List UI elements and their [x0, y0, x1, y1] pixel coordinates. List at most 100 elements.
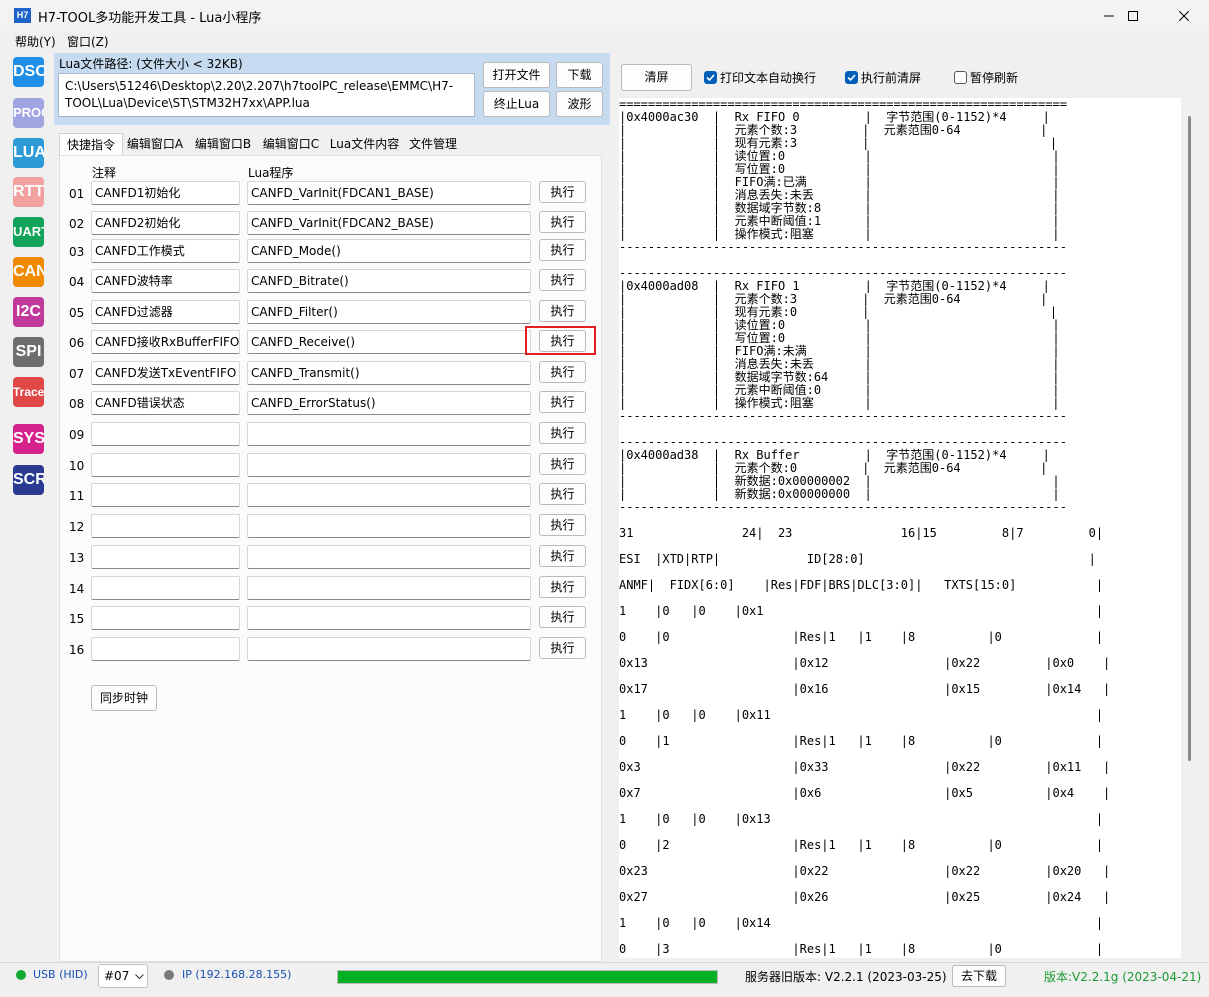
lua-code-input[interactable]: CANFD_VarInit(FDCAN2_BASE): [247, 211, 531, 235]
note-input[interactable]: [91, 422, 240, 446]
lua-code-input[interactable]: [247, 637, 531, 661]
device-select[interactable]: #07: [98, 964, 148, 988]
tab-quick-commands[interactable]: 快捷指令: [59, 133, 123, 155]
file-path-field[interactable]: C:\Users\51246\Desktop\2.20\2.207\h7tool…: [58, 73, 475, 117]
lua-code-input[interactable]: [247, 422, 531, 446]
lua-code-input[interactable]: CANFD_VarInit(FDCAN1_BASE): [247, 181, 531, 205]
pause-refresh-checkbox[interactable]: [954, 71, 967, 84]
scrollbar-thumb[interactable]: [1188, 116, 1191, 761]
clear-screen-button[interactable]: 清屏: [621, 64, 692, 91]
execute-button[interactable]: 执行: [539, 361, 586, 383]
execute-button[interactable]: 执行: [539, 545, 586, 567]
progress-bar: [337, 970, 718, 984]
lua-code-input[interactable]: [247, 606, 531, 630]
download-button[interactable]: 下载: [556, 62, 603, 88]
note-input[interactable]: CANFD工作模式: [91, 239, 240, 263]
execute-button[interactable]: 执行: [539, 269, 586, 291]
tab-lua-file-content[interactable]: Lua文件内容: [327, 133, 402, 155]
tab-edit-b[interactable]: 编辑窗口B: [191, 133, 255, 155]
note-input[interactable]: [91, 606, 240, 630]
tab-edit-c[interactable]: 编辑窗口C: [259, 133, 323, 155]
ip-status-label: IP (192.168.28.155): [182, 968, 292, 981]
log-scrollbar[interactable]: [1183, 98, 1196, 958]
note-input[interactable]: CANFD2初始化: [91, 211, 240, 235]
menu-window[interactable]: 窗口(Z): [67, 33, 109, 50]
app-icon: H7: [14, 8, 31, 23]
close-button[interactable]: [1164, 0, 1204, 31]
note-input[interactable]: [91, 514, 240, 538]
sync-clock-button[interactable]: 同步时钟: [91, 685, 157, 711]
execute-button[interactable]: 执行: [539, 514, 586, 536]
lua-code-input[interactable]: CANFD_Bitrate(): [247, 269, 531, 293]
auto-wrap-checkbox[interactable]: [704, 71, 717, 84]
tab-file-management[interactable]: 文件管理: [405, 133, 461, 155]
lua-code-input[interactable]: CANFD_Transmit(): [247, 361, 531, 385]
note-input[interactable]: CANFD过滤器: [91, 300, 240, 324]
note-input[interactable]: [91, 453, 240, 477]
sidebar-uart-button[interactable]: UART: [13, 217, 44, 247]
execute-button[interactable]: 执行: [539, 483, 586, 505]
execute-button[interactable]: 执行: [539, 606, 586, 628]
sidebar-lua-button[interactable]: LUA: [13, 138, 44, 168]
log-line: 31 24| 23 16|15 8|7 0|: [619, 526, 1104, 540]
check-icon: [847, 74, 856, 82]
note-input[interactable]: [91, 576, 240, 600]
sidebar-spi-button[interactable]: SPI: [13, 337, 44, 367]
lua-code-input[interactable]: CANFD_Mode(): [247, 239, 531, 263]
output-log[interactable]: ========================================…: [619, 98, 1181, 958]
waveform-button[interactable]: 波形: [556, 91, 603, 117]
menu-bar: 帮助(Y) 窗口(Z): [0, 31, 1209, 51]
execute-button[interactable]: 执行: [539, 211, 586, 233]
device-select-value: #07: [104, 969, 130, 983]
note-input[interactable]: CANFD错误状态: [91, 391, 240, 415]
lua-code-input[interactable]: [247, 576, 531, 600]
lua-code-input[interactable]: CANFD_ErrorStatus(): [247, 391, 531, 415]
sidebar-can-button[interactable]: CAN: [13, 257, 44, 287]
lua-code-input[interactable]: CANFD_Filter(): [247, 300, 531, 324]
sidebar-rtt-button[interactable]: RTT: [13, 177, 44, 207]
execute-button[interactable]: 执行: [539, 300, 586, 322]
sidebar-scr-button[interactable]: SCR: [13, 465, 44, 495]
note-input[interactable]: CANFD波特率: [91, 269, 240, 293]
row-number: 05: [69, 306, 85, 320]
lua-code-input[interactable]: CANFD_Receive(): [247, 330, 531, 354]
execute-button[interactable]: 执行: [539, 391, 586, 413]
note-input[interactable]: [91, 545, 240, 569]
execute-button[interactable]: 执行: [539, 239, 586, 261]
sidebar-i2c-button[interactable]: I2C: [13, 297, 44, 327]
note-input[interactable]: [91, 637, 240, 661]
stop-lua-button[interactable]: 终止Lua: [483, 91, 550, 117]
go-download-button[interactable]: 去下载: [952, 965, 1006, 987]
row-number: 03: [69, 245, 85, 259]
sidebar-dso-button[interactable]: DSO: [13, 57, 44, 87]
execute-button[interactable]: 执行: [539, 453, 586, 475]
lua-code-input[interactable]: [247, 514, 531, 538]
sidebar-prog-button[interactable]: PROG: [13, 98, 44, 128]
sidebar-trace-button[interactable]: Trace: [13, 377, 44, 407]
note-input[interactable]: CANFD发送TxEventFIFO: [91, 361, 240, 385]
clear-before-exec-checkbox[interactable]: [845, 71, 858, 84]
lua-file-panel: Lua文件路径: (文件大小 < 32KB) C:\Users\51246\De…: [54, 53, 610, 125]
log-line: 0x27 |0x26 |0x25 |0x24 |: [619, 890, 1111, 904]
log-line: 0x17 |0x16 |0x15 |0x14 |: [619, 682, 1111, 696]
clear-before-exec-label: 执行前清屏: [861, 71, 922, 85]
row-number: 13: [69, 551, 85, 565]
maximize-button[interactable]: [1112, 0, 1154, 31]
note-input[interactable]: CANFD1初始化: [91, 181, 240, 205]
sidebar-sys-button[interactable]: SYS: [13, 424, 44, 454]
execute-button[interactable]: 执行: [539, 576, 586, 598]
note-input[interactable]: [91, 483, 240, 507]
note-input[interactable]: CANFD接收RxBufferFIFO: [91, 330, 240, 354]
lua-code-input[interactable]: [247, 483, 531, 507]
auto-wrap-label: 打印文本自动换行: [720, 71, 817, 85]
log-line: 0x3 |0x33 |0x22 |0x11 |: [619, 760, 1111, 774]
menu-help[interactable]: 帮助(Y): [15, 33, 56, 50]
execute-button[interactable]: 执行: [539, 181, 586, 203]
open-file-button[interactable]: 打开文件: [483, 62, 550, 88]
execute-button[interactable]: 执行: [539, 422, 586, 444]
lua-code-input[interactable]: [247, 453, 531, 477]
row-number: 04: [69, 275, 85, 289]
lua-code-input[interactable]: [247, 545, 531, 569]
tab-edit-a[interactable]: 编辑窗口A: [123, 133, 187, 155]
execute-button[interactable]: 执行: [539, 637, 586, 659]
